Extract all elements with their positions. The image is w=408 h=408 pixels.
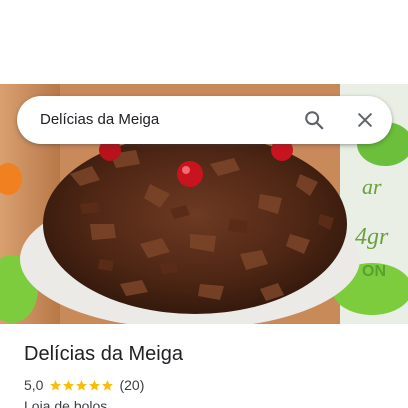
star-icon	[50, 379, 62, 390]
place-name: Delícias da Meiga	[24, 343, 183, 365]
search-icon	[305, 111, 324, 130]
place-info-panel[interactable]: Delícias da Meiga 5,0 (20) Loja de bolos	[0, 324, 408, 408]
star-icon	[89, 379, 101, 390]
rating-stars	[49, 379, 114, 392]
review-count[interactable]: (20)	[119, 377, 144, 393]
place-category: Loja de bolos	[24, 398, 108, 408]
close-icon	[358, 113, 372, 127]
star-icon	[102, 379, 114, 390]
search-bar[interactable]: Delícias da Meiga	[17, 96, 392, 144]
clear-search-button[interactable]	[349, 104, 381, 136]
rating-row[interactable]: 5,0 (20)	[24, 376, 144, 394]
star-icon	[76, 379, 88, 390]
search-query-text[interactable]: Delícias da Meiga	[40, 96, 159, 144]
svg-text:ON: ON	[362, 263, 386, 280]
svg-text:4gr: 4gr	[355, 224, 389, 250]
top-blank-area	[0, 0, 408, 84]
search-button[interactable]	[298, 104, 330, 136]
star-icon	[63, 379, 75, 390]
rating-value: 5,0	[24, 377, 44, 393]
svg-text:ar: ar	[362, 174, 382, 199]
